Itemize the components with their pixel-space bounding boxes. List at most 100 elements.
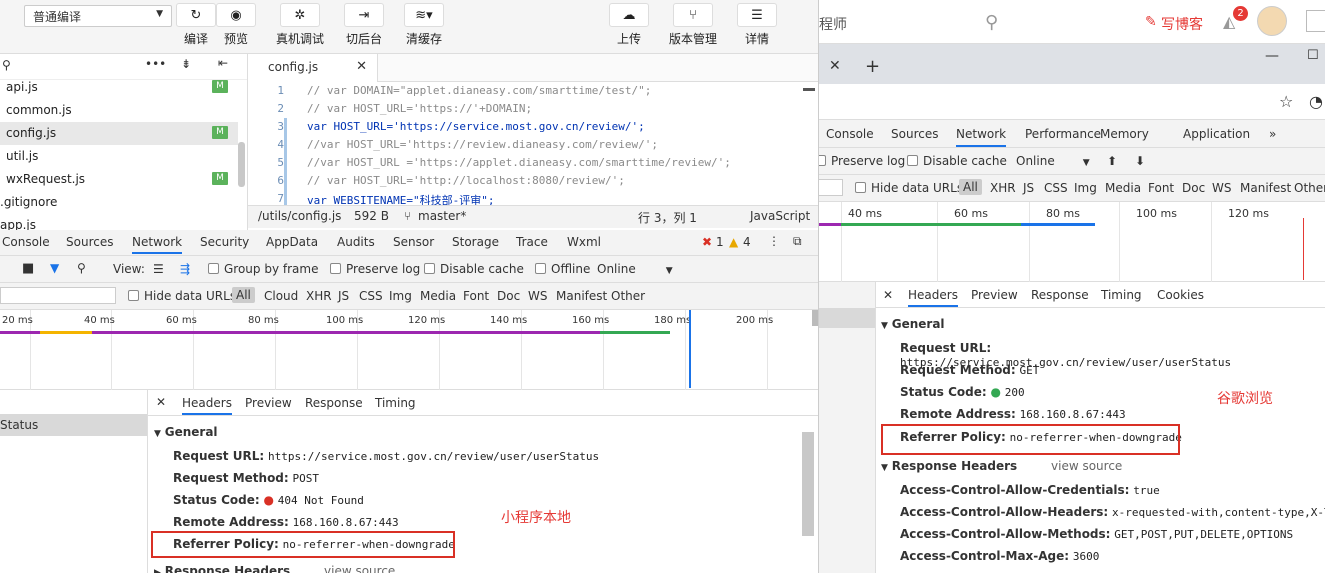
devtools-tab-console[interactable]: Console <box>826 127 874 141</box>
compile-mode-select[interactable]: 普通编译 ▼ <box>24 5 172 27</box>
filter-all[interactable]: All <box>959 179 982 195</box>
devtools-tab-appdata[interactable]: AppData <box>266 235 318 249</box>
switch-background-button[interactable]: ⇥ 切后台 <box>340 3 388 47</box>
filter-css[interactable]: CSS <box>1044 181 1068 195</box>
devtools-tab-network[interactable]: Network <box>132 235 183 254</box>
filter-all[interactable]: All <box>232 287 255 303</box>
filter-other[interactable]: Other <box>1294 181 1325 195</box>
devtools-tab-sensor[interactable]: Sensor <box>393 235 434 249</box>
view-source-link[interactable]: view source <box>324 564 395 573</box>
devtools-tab-sources[interactable]: Sources <box>66 235 113 249</box>
sort-icon[interactable]: ⇟ <box>181 57 191 71</box>
filter-xhr[interactable]: XHR <box>990 181 1016 195</box>
request-row-selected[interactable] <box>819 308 875 328</box>
editor-tab-config[interactable]: config.js ✕ <box>248 54 378 82</box>
devtools-tab-memory[interactable]: Memory <box>1100 127 1149 141</box>
group-by-frame-checkbox[interactable]: Group by frame <box>208 262 318 276</box>
file-item[interactable]: wxRequest.js M <box>0 168 238 191</box>
clear-cache-button[interactable]: ≋▾ 清缓存 <box>400 3 448 47</box>
detail-tab-timing[interactable]: Timing <box>375 396 416 410</box>
devtools-tab-storage[interactable]: Storage <box>452 235 499 249</box>
detail-tab-response[interactable]: Response <box>1031 288 1089 302</box>
status-language[interactable]: JavaScript <box>750 209 810 223</box>
close-tab-icon[interactable]: ✕ <box>829 58 841 74</box>
write-blog-link[interactable]: 写博客 <box>1161 14 1203 34</box>
import-har-icon[interactable]: ⬆ <box>1107 154 1117 168</box>
filter-doc[interactable]: Doc <box>497 289 520 303</box>
detail-tab-headers[interactable]: Headers <box>182 396 232 415</box>
filter-media[interactable]: Media <box>1105 181 1141 195</box>
view-source-link[interactable]: view source <box>1051 459 1122 473</box>
status-cursor-position[interactable]: 行 3，列 1 <box>638 209 697 226</box>
waterfall-view-icon[interactable]: ⇶ <box>180 262 190 276</box>
profile-icon[interactable]: ◔ <box>1309 92 1323 111</box>
file-item[interactable]: common.js <box>0 99 238 122</box>
devtools-tab-sources[interactable]: Sources <box>891 127 938 141</box>
filter-manifest[interactable]: Manifest <box>1240 181 1291 195</box>
detail-tab-preview[interactable]: Preview <box>971 288 1018 302</box>
filter-other[interactable]: Other <box>611 289 645 303</box>
list-view-icon[interactable]: ☰ <box>153 262 164 276</box>
close-icon[interactable]: ✕ <box>156 395 166 409</box>
file-item[interactable]: util.js <box>0 145 238 168</box>
close-icon[interactable]: ✕ <box>356 59 367 74</box>
filter-js[interactable]: JS <box>1023 181 1034 195</box>
devtools-tab-performance[interactable]: Performance <box>1025 127 1101 141</box>
code-line[interactable]: //var HOST_URL ='https://applet.dianeasy… <box>307 156 731 169</box>
devtools-tab-application[interactable]: Application <box>1183 127 1250 141</box>
filter-cloud[interactable]: Cloud <box>264 289 298 303</box>
filter-font[interactable]: Font <box>463 289 489 303</box>
filter-css[interactable]: CSS <box>359 289 383 303</box>
filter-manifest[interactable]: Manifest <box>556 289 607 303</box>
undock-icon[interactable]: ⧉ <box>793 234 802 249</box>
bookmark-star-icon[interactable]: ☆ <box>1279 92 1293 111</box>
file-item[interactable]: api.js M <box>0 76 238 99</box>
detail-tab-preview[interactable]: Preview <box>245 396 292 410</box>
preview-button[interactable]: ◉ 预览 <box>212 3 260 47</box>
devtools-tab-wxml[interactable]: Wxml <box>567 235 601 249</box>
disable-cache-checkbox[interactable]: Disable cache <box>907 154 1007 168</box>
filter-js[interactable]: JS <box>338 289 349 303</box>
camera-icon[interactable]: ■ <box>22 261 34 276</box>
preserve-log-checkbox[interactable]: Preserve log <box>819 154 905 168</box>
filter-media[interactable]: Media <box>420 289 456 303</box>
minimize-icon[interactable]: — <box>1265 48 1279 64</box>
request-row-selected[interactable]: Status <box>0 414 148 436</box>
throttling-select[interactable]: Online ▼ <box>597 262 673 276</box>
export-har-icon[interactable]: ⬇ <box>1135 154 1145 168</box>
detail-tab-headers[interactable]: Headers <box>908 288 958 307</box>
close-icon[interactable]: ✕ <box>883 288 893 302</box>
file-item[interactable]: .gitignore <box>0 191 238 214</box>
detail-tab-timing[interactable]: Timing <box>1101 288 1142 302</box>
avatar[interactable] <box>1257 6 1287 36</box>
search-icon[interactable]: ⚲ <box>77 261 86 275</box>
hide-data-urls-checkbox[interactable]: Hide data URLs <box>128 289 236 303</box>
search-icon[interactable]: ⚲ <box>985 12 998 33</box>
more-tabs-icon[interactable]: » <box>1269 127 1276 141</box>
filter-ws[interactable]: WS <box>528 289 547 303</box>
warning-count[interactable]: 4 <box>743 235 751 249</box>
network-timeline[interactable]: 20 ms 40 ms 60 ms 80 ms 100 ms 120 ms 14… <box>0 310 818 390</box>
detail-tab-cookies[interactable]: Cookies <box>1157 288 1204 302</box>
hide-data-urls-checkbox[interactable]: Hide data URLs <box>855 181 963 195</box>
version-management-button[interactable]: ⑂ 版本管理 <box>664 3 722 47</box>
code-line[interactable]: // var DOMAIN="applet.dianeasy.com/smart… <box>307 84 651 97</box>
search-box-text[interactable]: 程师 <box>819 14 847 34</box>
new-tab-icon[interactable]: + <box>865 56 880 77</box>
file-tree-scrollbar[interactable] <box>238 142 245 187</box>
filter-input[interactable] <box>819 179 843 196</box>
filter-img[interactable]: Img <box>1074 181 1097 195</box>
filter-xhr[interactable]: XHR <box>306 289 332 303</box>
detail-tab-response[interactable]: Response <box>305 396 363 410</box>
remote-debug-button[interactable]: ✲ 真机调试 <box>272 3 328 47</box>
collapse-panel-icon[interactable]: ⇤ <box>218 56 228 70</box>
code-line[interactable]: //var HOST_URL='https://review.dianeasy.… <box>307 138 658 151</box>
filter-doc[interactable]: Doc <box>1182 181 1205 195</box>
details-button[interactable]: ☰ 详情 <box>733 3 781 47</box>
more-icon[interactable]: ••• <box>145 57 166 71</box>
upload-button[interactable]: ☁ 上传 <box>605 3 653 47</box>
maximize-icon[interactable]: ☐ <box>1307 48 1319 63</box>
preserve-log-checkbox[interactable]: Preserve log <box>330 262 420 276</box>
chrome-network-timeline[interactable]: 40 ms 60 ms 80 ms 100 ms 120 ms <box>819 202 1325 282</box>
devtools-tab-console[interactable]: Console <box>2 235 50 249</box>
